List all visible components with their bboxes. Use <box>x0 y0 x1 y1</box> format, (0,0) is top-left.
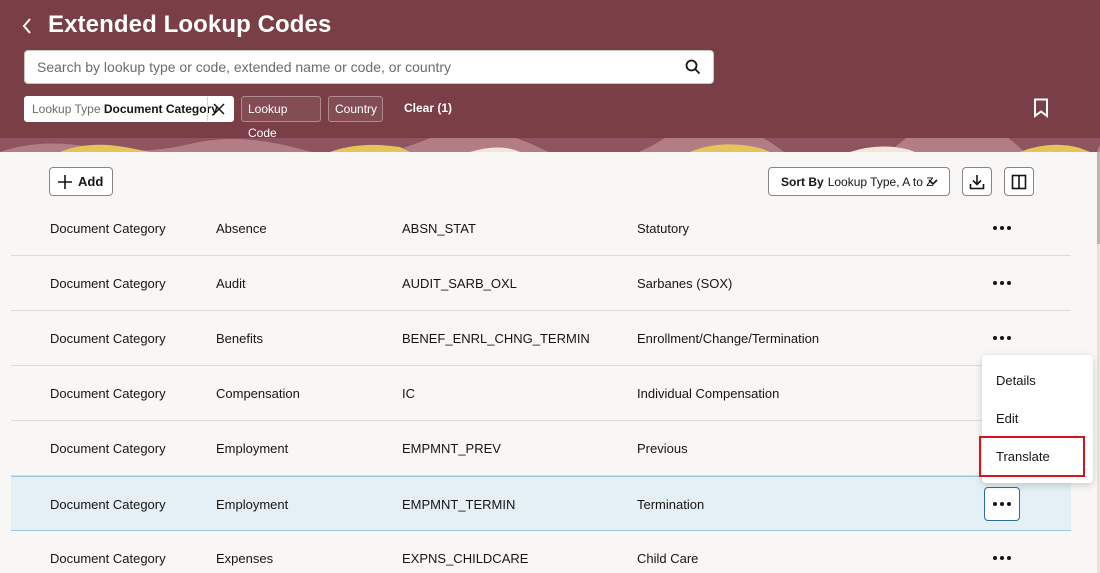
cell-lookup-type: Document Category <box>50 551 166 566</box>
sort-dropdown[interactable]: Sort By Lookup Type, A to Z <box>768 167 950 196</box>
chevron-left-icon <box>22 18 31 34</box>
cell-category: Absence <box>216 221 267 236</box>
cell-lookup-type: Document Category <box>50 386 166 401</box>
cell-category: Employment <box>216 497 289 512</box>
cell-code: AUDIT_SARB_OXL <box>402 276 517 291</box>
cell-category: Expenses <box>216 551 274 566</box>
download-button[interactable] <box>962 167 992 196</box>
plus-icon <box>58 174 72 189</box>
add-button-label: Add <box>78 174 104 189</box>
row-actions-button[interactable] <box>984 487 1020 521</box>
sort-value: Lookup Type, A to Z <box>827 174 934 189</box>
more-icon <box>993 281 1011 285</box>
cell-category: Employment <box>216 441 289 456</box>
table-row[interactable]: Document Category Benefits BENEF_ENRL_CH… <box>11 311 1071 366</box>
cell-code: IC <box>402 386 415 401</box>
cell-name: Statutory <box>637 221 690 236</box>
cell-lookup-type: Document Category <box>50 441 166 456</box>
cell-category: Audit <box>216 276 246 291</box>
more-icon <box>993 502 1011 506</box>
table-row[interactable]: Document Category Compensation IC Indivi… <box>11 366 1071 421</box>
cell-lookup-type: Document Category <box>50 221 166 236</box>
chip-remove-button[interactable] <box>207 97 229 121</box>
cell-code: EMPMNT_PREV <box>402 441 501 456</box>
cell-name: Individual Compensation <box>637 386 780 401</box>
page-title: Extended Lookup Codes <box>48 11 332 38</box>
cell-name: Termination <box>637 497 705 512</box>
cell-name: Previous <box>637 441 688 456</box>
table-row-selected[interactable]: Document Category Employment EMPMNT_TERM… <box>11 476 1071 531</box>
cell-category: Benefits <box>216 331 263 346</box>
cell-code: ABSN_STAT <box>402 221 476 236</box>
header-decoration <box>0 138 1100 152</box>
cell-name: Child Care <box>637 551 699 566</box>
cell-code: BENEF_ENRL_CHNG_TERMIN <box>402 331 590 346</box>
table-row[interactable]: Document Category Audit AUDIT_SARB_OXL S… <box>11 256 1071 311</box>
clear-filters-link[interactable]: Clear (1) <box>404 101 452 115</box>
search-input[interactable] <box>25 51 675 83</box>
row-actions-button[interactable] <box>984 211 1020 245</box>
menu-item-details[interactable]: Details <box>982 363 1093 399</box>
columns-icon <box>1011 174 1027 189</box>
table-row[interactable]: Document Category Absence ABSN_STAT Stat… <box>11 201 1071 256</box>
back-button[interactable] <box>20 14 38 38</box>
filter-chip-lookup-type[interactable]: Lookup Type Document Category <box>24 96 234 122</box>
translate-highlight-box <box>979 436 1085 477</box>
download-icon <box>969 174 985 189</box>
menu-item-edit[interactable]: Edit <box>982 401 1093 437</box>
more-icon <box>993 556 1011 560</box>
cell-lookup-type: Document Category <box>50 276 166 291</box>
search-icon[interactable] <box>685 59 701 75</box>
table-row[interactable]: Document Category Expenses EXPNS_CHILDCA… <box>11 531 1071 573</box>
cell-category: Compensation <box>216 386 300 401</box>
filter-chip-country[interactable]: Country <box>328 96 383 122</box>
chip-label: Lookup Type <box>32 102 101 116</box>
close-icon <box>212 103 225 115</box>
page-header: Extended Lookup Codes Lookup Type Docume… <box>0 0 1100 152</box>
cell-code: EXPNS_CHILDCARE <box>402 551 529 566</box>
cell-name: Sarbanes (SOX) <box>637 276 733 291</box>
cell-code: EMPMNT_TERMIN <box>402 497 516 512</box>
cell-lookup-type: Document Category <box>50 497 166 512</box>
cell-name: Enrollment/Change/Termination <box>637 331 820 346</box>
table-row[interactable]: Document Category Employment EMPMNT_PREV… <box>11 421 1071 476</box>
bookmark-icon[interactable] <box>1032 98 1050 118</box>
filter-chip-lookup-code[interactable]: Lookup Code <box>241 96 321 140</box>
columns-button[interactable] <box>1004 167 1034 196</box>
search-box[interactable] <box>24 50 714 84</box>
sort-label: Sort By <box>781 174 824 189</box>
row-actions-button[interactable] <box>984 266 1020 300</box>
chevron-down-icon <box>928 179 938 186</box>
more-icon <box>993 336 1011 340</box>
row-actions-button[interactable] <box>984 541 1020 573</box>
more-icon <box>993 226 1011 230</box>
chip-value: Document Category <box>103 102 218 116</box>
cell-lookup-type: Document Category <box>50 331 166 346</box>
row-actions-button[interactable] <box>984 321 1020 355</box>
add-button[interactable]: Add <box>49 167 113 196</box>
